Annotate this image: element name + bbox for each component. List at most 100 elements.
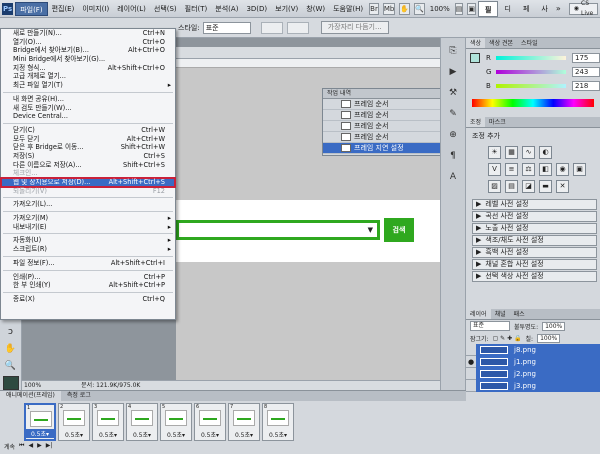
opacity-field[interactable]: 100% (542, 321, 566, 331)
animation-frame[interactable]: 8 0.5초▾ (262, 403, 294, 441)
file-menu-item[interactable]: 다른 이름으로 저장(A)... Shift+Ctrl+S (1, 161, 175, 170)
channel-mixer-icon[interactable]: ▣ (573, 163, 586, 176)
layer-content[interactable]: j2.png (476, 367, 600, 380)
frame-delay[interactable]: 0.5초▾ (263, 430, 293, 439)
photo-filter-icon[interactable]: ◉ (556, 163, 569, 176)
red-slider[interactable]: R 175 (482, 51, 600, 65)
layers-tab-2[interactable]: 패스 (510, 309, 529, 319)
file-menu-item[interactable]: 웹 및 장치용으로 저장(D)... Alt+Shift+Ctrl+S (0, 177, 176, 188)
screen-mode-icon[interactable]: ▣ (467, 2, 477, 15)
history-row[interactable]: 프레임 순서 (323, 132, 441, 143)
animation-frame[interactable]: 7 0.5초▾ (228, 403, 260, 441)
exposure-icon[interactable]: ◐ (539, 146, 552, 159)
file-menu-item[interactable]: 닫기(C) Ctrl+W (1, 126, 175, 135)
character-icon[interactable]: A (445, 169, 461, 185)
next-frame-icon[interactable]: ▶| (46, 442, 53, 451)
cslive-button[interactable]: ◉ CS Live (568, 0, 599, 17)
layer-content[interactable]: j1.png (476, 355, 600, 368)
file-menu-item[interactable]: 자동화(U) ▸ (1, 236, 175, 245)
file-menu-item[interactable]: 모두 닫기 Alt+Ctrl+W (1, 135, 175, 144)
hand-tool-icon[interactable]: ✋ (3, 342, 19, 356)
menu-7[interactable]: 3D(D) (242, 2, 271, 16)
file-menu-item[interactable]: 가져오기(M) ▸ (1, 214, 175, 223)
frame-delay[interactable]: 0.5초▾ (59, 430, 89, 439)
adjust-preset-item[interactable]: ▶ 흑백 사전 설정 (472, 247, 597, 258)
file-menu-item[interactable]: 최근 파일 열기(T) ▸ (1, 81, 175, 90)
anim-tab-0[interactable]: 애니메이션(프레임) (0, 391, 61, 401)
style-select[interactable]: 표준 (202, 21, 251, 34)
clone-source-icon[interactable]: ⊕ (445, 127, 461, 143)
color-balance-icon[interactable]: ⚖ (522, 163, 535, 176)
layer-row[interactable]: j3.png (466, 379, 600, 392)
color-ramp[interactable] (472, 99, 594, 107)
frame-delay[interactable]: 0.5초▾ (161, 430, 191, 439)
bridge-icon[interactable]: Br (369, 2, 379, 15)
menu-6[interactable]: 분석(A) (211, 2, 242, 16)
animation-frame[interactable]: 5 0.5초▾ (160, 403, 192, 441)
history-row[interactable]: 프레임 순서 (323, 121, 441, 132)
animation-frame[interactable]: 2 0.5초▾ (58, 403, 90, 441)
menu-4[interactable]: 선택(S) (150, 2, 181, 16)
file-menu-item[interactable]: Mini Bridge에서 찾아보기(G)... (1, 55, 175, 64)
menu-0[interactable]: 파일(F) (15, 1, 48, 16)
menu-5[interactable]: 필터(T) (181, 2, 212, 16)
eye-icon[interactable]: ● (466, 358, 476, 366)
layer-content[interactable]: j8.png (476, 343, 600, 356)
posterize-icon[interactable]: ▤ (505, 180, 518, 193)
document-tab[interactable] (176, 47, 440, 59)
brush-icon[interactable]: ✎ (445, 106, 461, 122)
animation-frame[interactable]: 1 0.5초▾ (24, 403, 56, 441)
invert-icon[interactable]: ▨ (488, 180, 501, 193)
file-menu-item[interactable]: 닫은 후 Bridge로 이동... Shift+Ctrl+W (1, 143, 175, 152)
file-menu-item[interactable]: 한 부 인쇄(Y) Alt+Shift+Ctrl+P (1, 281, 175, 290)
layer-row[interactable]: j2.png (466, 367, 600, 380)
layer-row[interactable]: ● j1.png (466, 355, 600, 368)
frame-delay[interactable]: 0.5초▾ (127, 430, 157, 439)
vibrance-icon[interactable]: V (488, 163, 501, 176)
menu-2[interactable]: 이미지(I) (78, 2, 113, 16)
zoom-tool-icon[interactable]: 🔍 (414, 2, 425, 15)
selective-color-icon[interactable]: ✕ (556, 180, 569, 193)
file-menu-item[interactable]: 고급 개체로 열기... (1, 72, 175, 81)
loop-select[interactable]: 계속 (4, 442, 15, 451)
green-slider[interactable]: G 243 (482, 65, 600, 79)
adjust-preset-item[interactable]: ▶ 채널 혼합 사전 설정 (472, 259, 597, 270)
height-field[interactable] (286, 21, 309, 34)
workspace-1[interactable]: 디자인 (498, 1, 516, 45)
anim-tab-1[interactable]: 측정 로그 (61, 391, 97, 401)
play-icon[interactable]: ▶ (37, 442, 42, 451)
paragraph-icon[interactable]: ¶ (445, 148, 461, 164)
adjust-preset-item[interactable]: ▶ 레벨 사전 설정 (472, 199, 597, 210)
frame-delay[interactable]: 0.5초▾ (195, 430, 225, 439)
frame-delay[interactable]: 0.5초▾ (26, 429, 54, 438)
history-row[interactable]: 프레임 순서 (323, 99, 441, 110)
file-menu-item[interactable]: 인쇄(P)... Ctrl+P (1, 273, 175, 282)
adjust-tab-1[interactable]: 마스크 (485, 117, 510, 127)
history-panel-icon[interactable]: ⎘ (445, 43, 461, 59)
minibridge-icon[interactable]: Mb (382, 2, 396, 15)
layer-content[interactable]: j3.png (476, 379, 600, 392)
adjust-tab-0[interactable]: 조정 (466, 117, 486, 127)
menu-10[interactable]: 도움말(H) (329, 2, 367, 16)
threshold-icon[interactable]: ◪ (522, 180, 535, 193)
tool-presets-icon[interactable]: ⚒ (445, 85, 461, 101)
arrange-icon[interactable]: ▤ (454, 2, 464, 15)
zoom-level[interactable]: 100% (430, 5, 450, 13)
adjust-preset-item[interactable]: ▶ 선택 색상 사전 설정 (472, 271, 597, 282)
file-menu-item[interactable]: 종료(X) Ctrl+Q (1, 295, 175, 304)
status-zoom[interactable]: 100% (24, 381, 41, 390)
zoom-tool-icon[interactable]: 🔍 (3, 359, 19, 373)
layer-row[interactable]: j8.png (466, 343, 600, 356)
blend-mode-select[interactable]: 표준 (470, 321, 510, 331)
file-menu-item[interactable]: Bridge에서 찾아보기(B)... Alt+Ctrl+O (1, 46, 175, 55)
workspace-2[interactable]: 페인팅 (517, 1, 535, 45)
bw-icon[interactable]: ◧ (539, 163, 552, 176)
workspace-more-icon[interactable]: » (556, 4, 561, 13)
color-tab-1[interactable]: 색상 견본 (485, 38, 517, 48)
curves-icon[interactable]: ∿ (522, 146, 535, 159)
lock-icons[interactable]: ▢ ✎ ✚ 🔒 (493, 335, 522, 342)
workspace-0[interactable]: 필수 (478, 0, 499, 30)
fill-field[interactable]: 100% (537, 333, 561, 343)
file-menu-item[interactable]: 저장(S) Ctrl+S (1, 152, 175, 161)
layers-tab-1[interactable]: 채널 (491, 309, 510, 319)
